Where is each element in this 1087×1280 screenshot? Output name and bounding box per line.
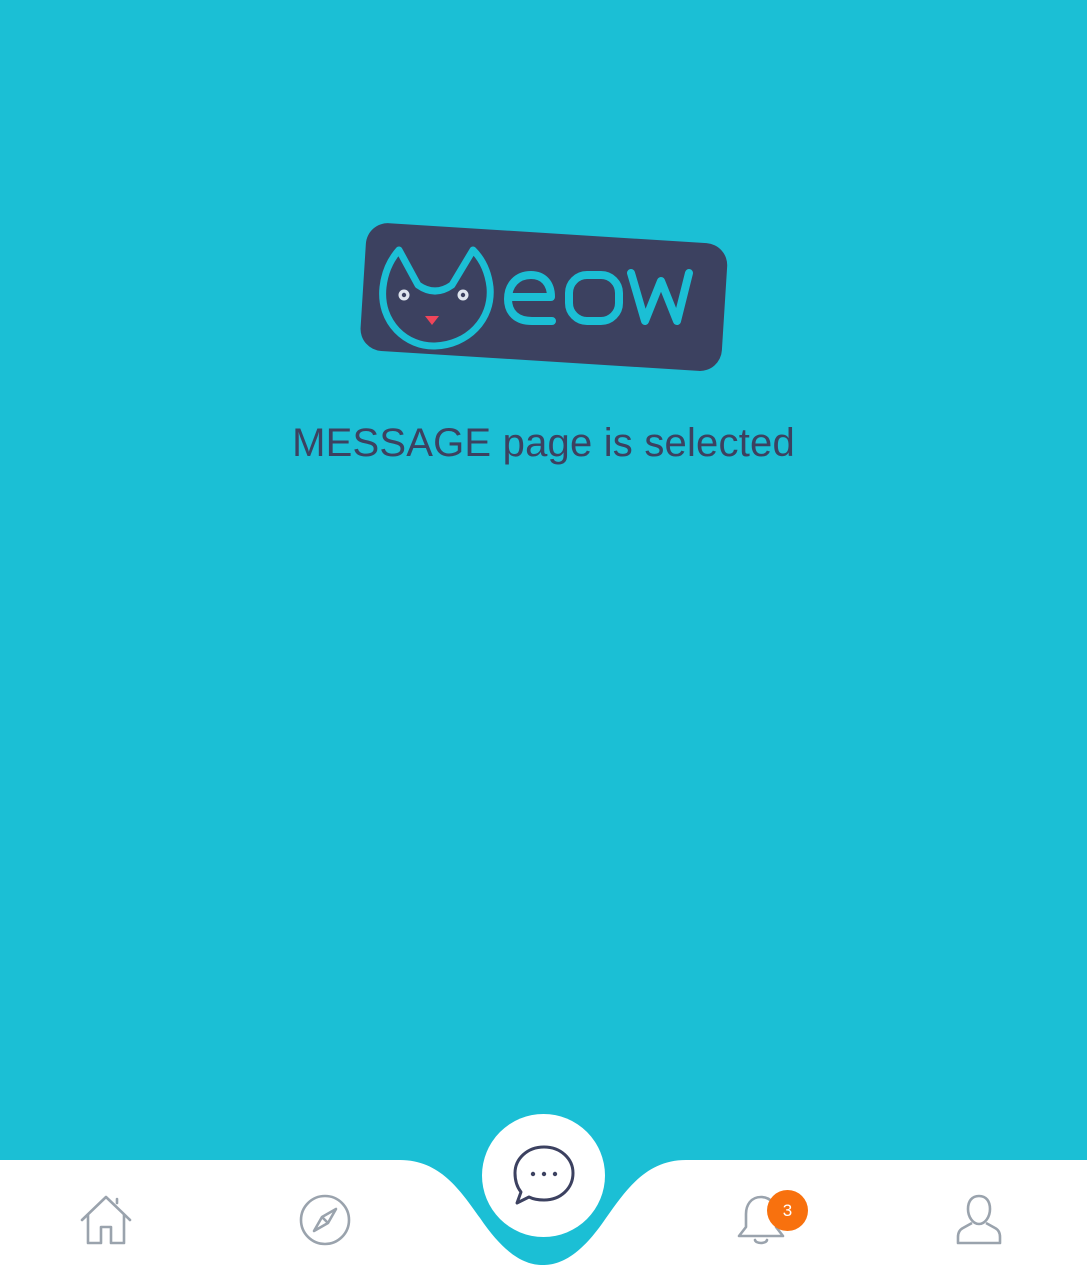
nav-explore[interactable]: Explore xyxy=(280,1175,370,1265)
chat-bubble-icon xyxy=(513,1145,574,1204)
nav-message-button[interactable]: Message xyxy=(482,1114,605,1237)
nav-profile[interactable]: Profile xyxy=(934,1175,1024,1265)
app-screen: Meow MESSAGE page is selected xyxy=(0,0,1087,1280)
nav-notifications[interactable]: Notifications 3 xyxy=(716,1175,808,1265)
meow-logo-graphic xyxy=(360,223,728,371)
home-icon xyxy=(80,1195,132,1245)
meow-logo: Meow xyxy=(355,215,731,378)
page-status-text: MESSAGE page is selected xyxy=(292,421,795,465)
bottom-navigation-bar: Home Explore Message xyxy=(0,1100,1087,1280)
nav-home[interactable]: Home xyxy=(61,1175,151,1265)
compass-icon xyxy=(299,1194,351,1246)
user-icon xyxy=(956,1194,1002,1245)
notification-badge: 3 xyxy=(767,1190,808,1231)
